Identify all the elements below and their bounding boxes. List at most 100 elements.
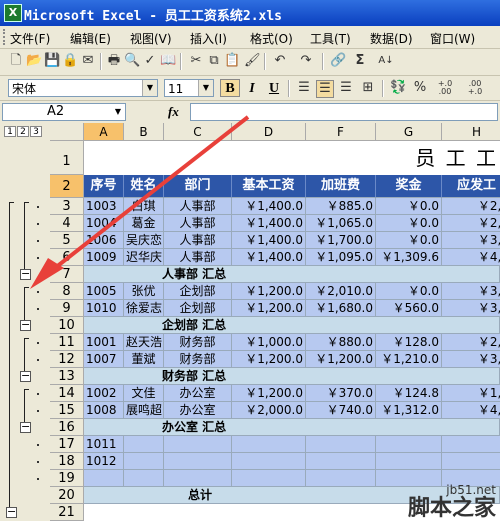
data-cell[interactable]: ￥1,210.0 [376, 351, 442, 368]
row-header-5[interactable]: 5 [50, 232, 84, 249]
column-title-cell[interactable]: 应发工 [442, 175, 500, 198]
cut-icon[interactable]: ✂ [188, 53, 204, 69]
print-preview-icon[interactable]: 🔍 [124, 53, 140, 69]
collapse-group-button[interactable]: − [6, 506, 17, 518]
row-header-11[interactable]: 11 [50, 334, 84, 351]
data-cell[interactable]: ￥370.0 [306, 385, 376, 402]
data-cell[interactable]: ￥0.0 [376, 215, 442, 232]
redo-icon[interactable]: ↷ [298, 53, 314, 69]
column-title-cell[interactable]: 奖金 [376, 175, 442, 198]
print-icon[interactable]: 🖶 [106, 53, 122, 69]
data-cell[interactable] [124, 470, 164, 487]
open-icon[interactable]: 📂 [26, 53, 42, 69]
data-cell[interactable]: ￥1,200.0 [232, 351, 306, 368]
data-cell[interactable]: 办公室 [164, 385, 232, 402]
data-cell[interactable] [84, 470, 124, 487]
data-cell[interactable]: ￥1,312.0 [376, 402, 442, 419]
collapse-group-button[interactable]: − [20, 319, 31, 331]
increase-decimal-button[interactable]: +.0 .00 [432, 80, 458, 96]
underline-button[interactable]: U [264, 79, 284, 97]
row-header-6[interactable]: 6 [50, 249, 84, 266]
row-header-19[interactable]: 19 [50, 470, 84, 487]
data-cell[interactable]: ￥3,6 [442, 300, 500, 317]
column-title-cell[interactable]: 序号 [84, 175, 124, 198]
data-cell[interactable] [232, 453, 306, 470]
data-cell[interactable]: 1012 [84, 453, 124, 470]
data-cell[interactable]: 董斌 [124, 351, 164, 368]
row-header-17[interactable]: 17 [50, 436, 84, 453]
subtotal-row[interactable] [84, 368, 500, 385]
data-cell[interactable]: 1007 [84, 351, 124, 368]
merge-center-icon[interactable]: ⊞ [360, 80, 376, 96]
row-header-10[interactable]: 10 [50, 317, 84, 334]
undo-icon[interactable]: ↶ [272, 53, 288, 69]
data-cell[interactable]: ￥4,1 [442, 402, 500, 419]
data-cell[interactable]: 财务部 [164, 351, 232, 368]
data-cell[interactable]: 1011 [84, 436, 124, 453]
toolbar-grip[interactable] [3, 29, 8, 45]
row-header-7[interactable]: 7 [50, 266, 84, 283]
data-cell[interactable]: 1008 [84, 402, 124, 419]
decrease-decimal-button[interactable]: .00 +.0 [462, 80, 488, 96]
data-cell[interactable]: ￥128.0 [376, 334, 442, 351]
data-cell[interactable]: 张优 [124, 283, 164, 300]
data-cell[interactable]: 1004 [84, 215, 124, 232]
subtotal-row[interactable] [84, 419, 500, 436]
column-header-G[interactable]: G [376, 123, 442, 141]
autosum-icon[interactable]: Σ [352, 53, 368, 69]
column-header-D[interactable]: D [232, 123, 306, 141]
data-cell[interactable]: ￥1,400.0 [232, 232, 306, 249]
outline-level-1-button[interactable]: 1 [4, 126, 16, 137]
menu-file[interactable]: 文件(F) [10, 30, 50, 47]
column-header-F[interactable]: F [306, 123, 376, 141]
excel-icon[interactable]: X [4, 4, 22, 22]
name-box[interactable]: A2 ▼ [2, 103, 126, 121]
bold-button[interactable]: B [220, 79, 240, 97]
data-cell[interactable]: 吴庆恋 [124, 232, 164, 249]
menu-tools[interactable]: 工具(T) [310, 30, 351, 47]
data-cell[interactable] [376, 453, 442, 470]
data-cell[interactable]: ￥1,309.6 [376, 249, 442, 266]
data-cell[interactable]: ￥124.8 [376, 385, 442, 402]
outline-level-3-button[interactable]: 3 [30, 126, 42, 137]
chevron-down-icon[interactable]: ▼ [142, 80, 157, 96]
column-title-cell[interactable]: 部门 [164, 175, 232, 198]
align-left-icon[interactable]: ☰ [296, 80, 312, 96]
data-cell[interactable] [306, 453, 376, 470]
data-cell[interactable]: ￥2,2 [442, 334, 500, 351]
data-cell[interactable]: 企划部 [164, 300, 232, 317]
data-cell[interactable]: ￥1,065.0 [306, 215, 376, 232]
data-cell[interactable]: 葛金 [124, 215, 164, 232]
subtotal-row[interactable] [84, 317, 500, 334]
data-cell[interactable] [232, 470, 306, 487]
italic-button[interactable]: I [242, 79, 262, 97]
data-cell[interactable]: 徐爱志 [124, 300, 164, 317]
data-cell[interactable]: 1005 [84, 283, 124, 300]
data-cell[interactable]: ￥1,8 [442, 385, 500, 402]
chevron-down-icon[interactable]: ▼ [111, 104, 125, 120]
collapse-group-button[interactable]: − [20, 421, 31, 433]
data-cell[interactable]: ￥4,0 [442, 249, 500, 266]
data-cell[interactable]: 1010 [84, 300, 124, 317]
subtotal-row[interactable] [84, 266, 500, 283]
column-header-H[interactable]: H [442, 123, 500, 141]
data-cell[interactable] [124, 453, 164, 470]
menu-format[interactable]: 格式(O) [250, 30, 293, 47]
sort-ascending-icon[interactable]: A↓ [378, 53, 394, 69]
collapse-group-button[interactable]: − [20, 370, 31, 382]
data-cell[interactable]: ￥1,400.0 [232, 249, 306, 266]
menu-view[interactable]: 视图(V) [130, 30, 172, 47]
data-cell[interactable]: 展鸣超 [124, 402, 164, 419]
data-cell[interactable]: ￥1,200.0 [306, 351, 376, 368]
menu-window[interactable]: 窗口(W) [430, 30, 475, 47]
data-cell[interactable]: ￥885.0 [306, 198, 376, 215]
data-cell[interactable]: 人事部 [164, 198, 232, 215]
data-cell[interactable]: ￥3,8 [442, 351, 500, 368]
hyperlink-icon[interactable]: 🔗 [330, 53, 346, 69]
data-cell[interactable]: ￥0.0 [376, 283, 442, 300]
align-center-icon[interactable]: ☰ [316, 80, 334, 98]
menu-edit[interactable]: 编辑(E) [70, 30, 111, 47]
row-header-4[interactable]: 4 [50, 215, 84, 232]
data-cell[interactable] [442, 436, 500, 453]
data-cell[interactable]: ￥3,4 [442, 283, 500, 300]
